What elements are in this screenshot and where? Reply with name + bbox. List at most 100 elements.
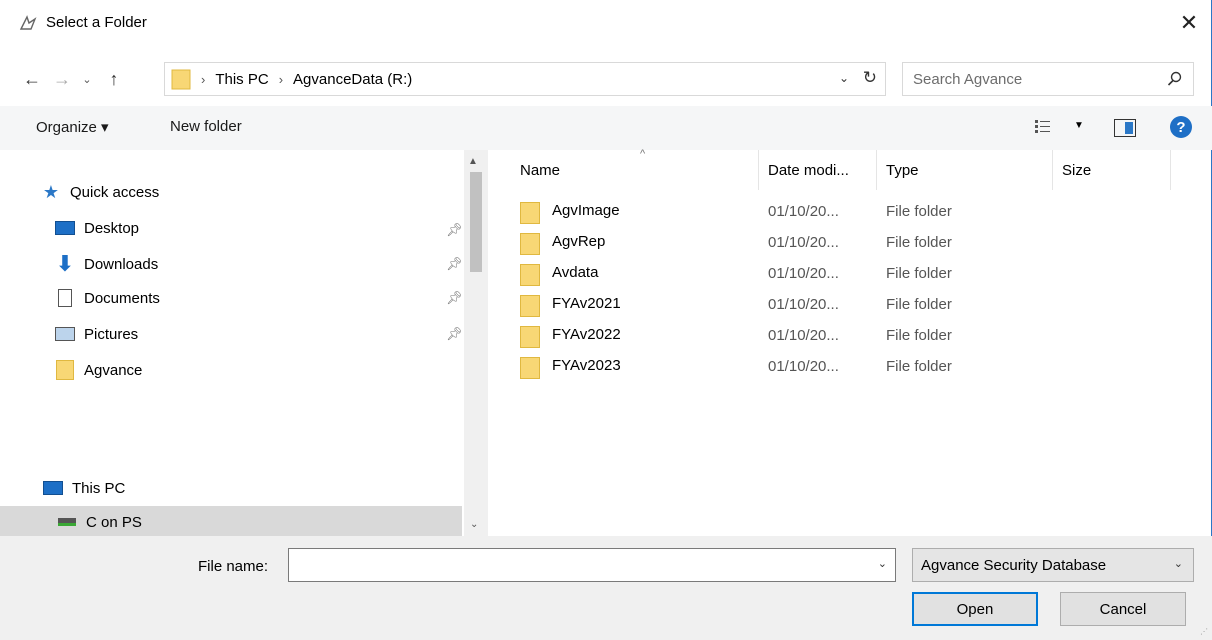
dialog-footer: File name: ⌄ Agvance Security Database ⌄… xyxy=(0,536,1212,640)
nav-item-desktop[interactable]: Desktop xyxy=(54,212,139,244)
pin-icon[interactable]: 📌︎ xyxy=(446,290,463,306)
file-date: 01/10/20... xyxy=(768,203,839,220)
window-title: Select a Folder xyxy=(46,14,147,31)
scroll-thumb[interactable] xyxy=(470,172,482,272)
file-row[interactable]: FYAv2021 01/10/20... File folder xyxy=(520,291,1180,321)
file-row[interactable]: FYAv2023 01/10/20... File folder xyxy=(520,353,1180,383)
search-input[interactable]: Search Agvance xyxy=(902,62,1194,96)
file-date: 01/10/20... xyxy=(768,358,839,375)
file-type: File folder xyxy=(886,234,952,251)
file-type: File folder xyxy=(886,265,952,282)
file-row[interactable]: FYAv2022 01/10/20... File folder xyxy=(520,322,1180,352)
arrow-up-icon: ↑ xyxy=(109,68,119,89)
file-type: File folder xyxy=(886,358,952,375)
column-divider xyxy=(1052,150,1053,190)
new-folder-button[interactable]: New folder xyxy=(170,118,242,135)
file-row[interactable]: AgvImage 01/10/20... File folder xyxy=(520,198,1180,228)
open-button[interactable]: Open xyxy=(912,592,1038,626)
folder-icon xyxy=(520,264,540,286)
column-divider xyxy=(758,150,759,190)
navigation-bar: ← → ⌄ ↑ › This PC › AgvanceData (R:) ⌄ ↻… xyxy=(0,58,1212,100)
folder-icon xyxy=(520,357,540,379)
file-type-select[interactable]: Agvance Security Database ⌄ xyxy=(912,548,1194,582)
nav-item-downloads[interactable]: ⬇ Downloads xyxy=(54,248,158,280)
scroll-down-icon[interactable]: ⌄ xyxy=(470,519,478,530)
download-icon: ⬇ xyxy=(55,251,75,276)
file-type: File folder xyxy=(886,203,952,220)
file-date: 01/10/20... xyxy=(768,265,839,282)
file-row[interactable]: AgvRep 01/10/20... File folder xyxy=(520,229,1180,259)
scroll-up-icon[interactable]: ▲ xyxy=(468,156,478,167)
computer-icon xyxy=(42,478,64,498)
sort-ascending-icon: ^ xyxy=(640,148,646,160)
cancel-button[interactable]: Cancel xyxy=(1060,592,1186,626)
view-options-icon[interactable] xyxy=(1034,119,1052,135)
app-icon xyxy=(19,15,37,30)
column-header-name[interactable]: Name xyxy=(520,150,560,190)
navigation-scrollbar[interactable]: ▲ ⌄ xyxy=(464,150,488,536)
pictures-icon xyxy=(54,324,76,344)
folder-icon xyxy=(520,233,540,255)
chevron-right-icon: › xyxy=(201,71,206,87)
chevron-down-icon[interactable]: ⌄ xyxy=(878,557,887,570)
preview-pane-icon[interactable] xyxy=(1114,119,1136,137)
folder-icon xyxy=(171,69,191,90)
file-type: File folder xyxy=(886,296,952,313)
address-dropdown-icon[interactable]: ⌄ xyxy=(839,71,849,85)
file-name: FYAv2021 xyxy=(552,295,621,312)
nav-item-this-pc[interactable]: This PC xyxy=(42,472,125,504)
column-header-date[interactable]: Date modi... xyxy=(768,150,849,190)
search-icon[interactable] xyxy=(1167,71,1183,87)
pin-icon[interactable]: 📌︎ xyxy=(446,326,463,342)
nav-item-agvance[interactable]: Agvance xyxy=(54,354,142,386)
column-divider xyxy=(1170,150,1171,190)
file-type: File folder xyxy=(886,327,952,344)
file-list: Name ^ Date modi... Type Size AgvImage 0… xyxy=(492,148,1212,536)
up-button[interactable]: ↑ xyxy=(102,64,126,94)
file-name: AgvImage xyxy=(552,202,620,219)
organize-button[interactable]: Organize ▾ xyxy=(36,118,109,136)
file-type-value: Agvance Security Database xyxy=(921,557,1107,574)
recent-locations-button[interactable]: ⌄ xyxy=(75,64,99,94)
breadcrumb-drive[interactable]: AgvanceData (R:) xyxy=(293,71,412,88)
documents-icon xyxy=(54,288,76,308)
nav-item-pictures[interactable]: Pictures xyxy=(54,318,138,350)
refresh-icon[interactable]: ↻ xyxy=(863,68,877,88)
nav-item-documents[interactable]: Documents xyxy=(54,282,160,314)
pin-icon[interactable]: 📌︎ xyxy=(446,256,463,272)
folder-icon xyxy=(520,326,540,348)
file-date: 01/10/20... xyxy=(768,296,839,313)
folder-icon xyxy=(520,295,540,317)
command-toolbar: Organize ▾ New folder ▼ ? xyxy=(0,106,1212,150)
resize-grip-icon[interactable]: ⋰ xyxy=(1200,627,1208,636)
chevron-down-icon: ⌄ xyxy=(1173,558,1183,570)
navigation-pane: ★ Quick access Desktop 📌︎ ⬇ Downloads 📌︎… xyxy=(0,150,492,536)
nav-item-quick-access[interactable]: ★ Quick access xyxy=(40,176,159,208)
file-date: 01/10/20... xyxy=(768,234,839,251)
nav-item-c-on-ps[interactable]: C on PS xyxy=(0,506,462,536)
arrow-right-icon: → xyxy=(53,68,71,89)
address-bar[interactable]: › This PC › AgvanceData (R:) ⌄ ↻ xyxy=(164,62,886,96)
pin-icon[interactable]: 📌︎ xyxy=(446,222,463,238)
forward-button[interactable]: → xyxy=(50,64,74,94)
view-dropdown-icon[interactable]: ▼ xyxy=(1074,120,1084,131)
file-date: 01/10/20... xyxy=(768,327,839,344)
folder-icon xyxy=(54,360,76,380)
back-button[interactable]: ← xyxy=(20,64,44,94)
file-name: AgvRep xyxy=(552,233,606,250)
file-row[interactable]: Avdata 01/10/20... File folder xyxy=(520,260,1180,290)
column-header-type[interactable]: Type xyxy=(886,150,919,190)
file-name-input[interactable]: ⌄ xyxy=(288,548,896,582)
breadcrumb-this-pc[interactable]: This PC xyxy=(215,71,268,88)
close-button[interactable]: ✕ xyxy=(1166,0,1212,46)
search-placeholder: Search Agvance xyxy=(913,70,1023,88)
chevron-down-icon: ⌄ xyxy=(82,73,92,86)
chevron-right-icon: › xyxy=(278,71,284,87)
column-header-size[interactable]: Size xyxy=(1062,150,1091,190)
help-icon[interactable]: ? xyxy=(1170,116,1192,138)
arrow-left-icon: ← xyxy=(23,68,41,89)
network-drive-icon xyxy=(56,512,78,532)
title-bar: Select a Folder ✕ xyxy=(0,0,1212,46)
desktop-icon xyxy=(54,218,76,238)
file-name-label: File name: xyxy=(198,558,269,575)
